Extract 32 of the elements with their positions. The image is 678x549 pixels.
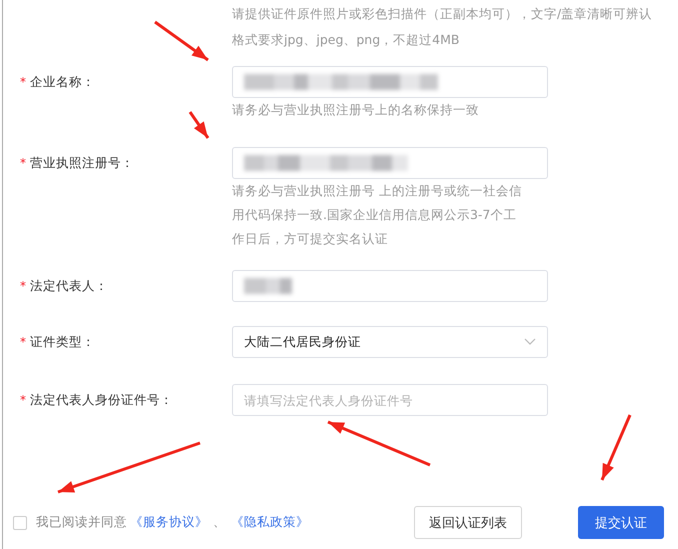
field-label: 证件类型： xyxy=(30,334,95,350)
field-label: 法定代表人身份证件号： xyxy=(30,392,173,408)
agreement-text: 我已阅读并同意 xyxy=(36,514,127,531)
field-label: 法定代表人： xyxy=(30,278,108,294)
annotation-arrow xyxy=(154,20,209,62)
field-hint: 请务必与营业执照注册号 上的注册号或统一社会信 xyxy=(232,182,522,200)
required-mark: * xyxy=(20,393,26,407)
field-hint: 用代码保持一致.国家企业信用信息网公示3-7个工 xyxy=(232,206,516,224)
service-agreement-link[interactable]: 《服务协议》 xyxy=(130,514,208,531)
annotation-arrow xyxy=(600,414,632,481)
field-hint: 作日后，方可提交实名认证 xyxy=(232,230,388,248)
input-field[interactable]: 请填写法定代表人身份证件号 xyxy=(232,384,548,416)
input-field[interactable] xyxy=(232,66,548,98)
required-mark: * xyxy=(20,156,26,170)
field-label: 营业执照注册号： xyxy=(30,154,134,172)
select-field[interactable]: 大陆二代居民身份证 xyxy=(232,326,548,358)
privacy-policy-link[interactable]: 《隐私政策》 xyxy=(231,514,309,531)
annotation-arrow xyxy=(188,111,210,139)
required-mark: * xyxy=(20,75,26,89)
input-field[interactable] xyxy=(232,147,548,179)
required-mark: * xyxy=(20,279,26,293)
checkbox[interactable] xyxy=(13,516,27,530)
field-label: 企业名称： xyxy=(30,74,95,90)
field-hint: 请务必与营业执照注册号上的名称保持一致 xyxy=(232,101,479,119)
upload-hint: 格式要求jpg、jpeg、png，不超过4MB xyxy=(232,31,460,49)
upload-hint: 请提供证件原件照片或彩色扫描件（正副本均可），文字/盖章清晰可辨认 xyxy=(232,5,652,23)
input-field[interactable] xyxy=(232,270,548,302)
separator: 、 xyxy=(213,514,226,531)
submit-button[interactable]: 提交认证 xyxy=(578,506,664,539)
back-button[interactable]: 返回认证列表 xyxy=(414,506,522,539)
required-mark: * xyxy=(20,335,26,349)
chevron-down-icon xyxy=(524,338,536,346)
